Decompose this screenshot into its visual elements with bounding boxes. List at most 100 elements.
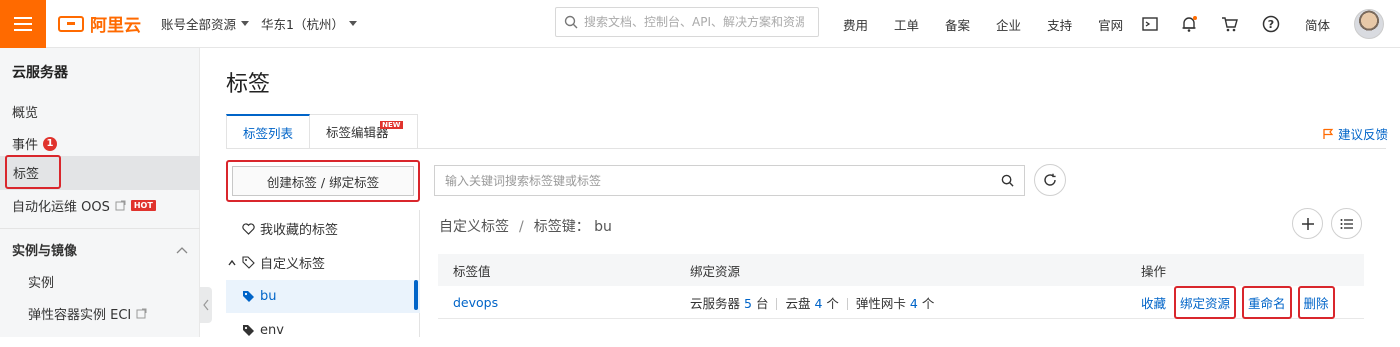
external-link-icon — [115, 200, 126, 211]
chevron-up-icon — [176, 246, 188, 253]
aliyun-logo-icon — [58, 15, 84, 32]
tag-icon — [242, 291, 254, 302]
tag-tree: 我收藏的标签 自定义标签 bu env — [226, 210, 420, 338]
heart-icon — [241, 222, 255, 235]
tree-item-label: 自定义标签 — [260, 257, 326, 272]
breadcrumb-key: bu — [594, 219, 612, 235]
caret-down-icon — [241, 21, 250, 26]
caret-down-icon — [348, 21, 357, 26]
sidebar-item-oos[interactable]: 自动化运维 OOS HOT — [12, 196, 156, 215]
nav-billing[interactable]: 费用 — [843, 15, 868, 34]
tree-item-label: env — [260, 323, 284, 338]
tree-item-label: 我收藏的标签 — [260, 223, 339, 238]
resource-unit: 个 — [826, 295, 839, 311]
main-content: 标签 标签列表 标签编辑器 NEW 建议反馈 创建标签 / 绑定标签 我收藏的标签… — [212, 48, 1400, 338]
page-title: 标签 — [226, 72, 271, 97]
delete-action[interactable]: 删除 — [1297, 285, 1335, 319]
aliyun-logo[interactable]: 阿里云 — [58, 11, 141, 36]
nav-website[interactable]: 官网 — [1098, 15, 1123, 34]
terminal-icon[interactable] — [1140, 14, 1160, 34]
tab-label: 标签列表 — [243, 125, 294, 141]
bind-resource-action[interactable]: 绑定资源 — [1174, 285, 1237, 319]
nav-icp[interactable]: 备案 — [945, 15, 970, 34]
nav-enterprise[interactable]: 企业 — [996, 15, 1021, 34]
divider — [846, 298, 848, 310]
tree-selection-indicator — [414, 280, 418, 310]
event-count-badge: 1 — [43, 136, 58, 151]
tab-tag-list[interactable]: 标签列表 — [226, 114, 311, 149]
tag-search-input[interactable] — [445, 173, 985, 188]
top-nav: 费用 工单 备案 企业 支持 官网 — [843, 0, 1149, 48]
resource-count-link[interactable]: 5 — [744, 296, 752, 311]
sidebar: 云服务器 概览 事件 1 标签 自动化运维 OOS HOT 实例与镜像 实例 弹性… — [0, 48, 200, 337]
tab-tag-editor[interactable]: 标签编辑器 NEW — [310, 114, 418, 149]
sidebar-item-tags[interactable]: 标签 — [5, 155, 61, 189]
tree-item-bu[interactable]: bu — [226, 280, 420, 313]
sidebar-item-instances[interactable]: 实例 — [28, 272, 54, 291]
add-tag-value-button[interactable] — [1292, 208, 1323, 239]
flag-icon — [1323, 128, 1334, 139]
tree-item-favorites[interactable]: 我收藏的标签 — [226, 212, 420, 245]
tab-bar: 标签列表 标签编辑器 NEW — [226, 114, 418, 149]
nav-ticket[interactable]: 工单 — [894, 15, 919, 34]
help-icon[interactable]: ? — [1261, 14, 1281, 34]
sidebar-item-label: 弹性容器实例 ECI — [28, 308, 132, 323]
sidebar-section-instances[interactable]: 实例与镜像 — [12, 240, 188, 259]
bound-resources: 云服务器 5 台云盘 4 个弹性网卡 4 个 — [690, 293, 934, 312]
cart-icon[interactable] — [1220, 14, 1240, 34]
sidebar-item-label: 概览 — [12, 106, 39, 121]
resource-count-link[interactable]: 4 — [814, 296, 822, 311]
tree-item-env[interactable]: env — [226, 314, 420, 347]
account-select[interactable]: 账号全部资源 — [161, 14, 250, 33]
bell-icon[interactable] — [1179, 14, 1199, 34]
nav-support[interactable]: 支持 — [1047, 15, 1072, 34]
create-tag-button[interactable]: 创建标签 / 绑定标签 — [232, 166, 414, 196]
sidebar-item-label: 自动化运维 OOS — [12, 200, 110, 215]
search-icon — [564, 15, 578, 29]
global-search[interactable] — [555, 7, 819, 37]
sidebar-item-label: 标签 — [13, 166, 40, 182]
column-header-value: 标签值 — [453, 263, 491, 279]
region-select-label: 华东1（杭州） — [261, 17, 344, 32]
sidebar-item-eci[interactable]: 弹性容器实例 ECI — [28, 304, 147, 323]
table-row: devops 云服务器 5 台云盘 4 个弹性网卡 4 个 收藏 绑定资源 重命… — [438, 285, 1364, 319]
table-header: 标签值 绑定资源 操作 — [438, 254, 1364, 286]
plus-icon — [1301, 217, 1314, 230]
favorite-action[interactable]: 收藏 — [1141, 293, 1166, 312]
refresh-icon — [1044, 173, 1056, 186]
sidebar-item-overview[interactable]: 概览 — [12, 102, 38, 121]
sidebar-item-label: 实例 — [28, 276, 55, 291]
rename-action[interactable]: 重命名 — [1242, 285, 1292, 319]
resource-count-link[interactable]: 4 — [910, 296, 918, 311]
hot-tag: HOT — [130, 200, 156, 211]
search-icon[interactable] — [1001, 174, 1014, 187]
tree-item-custom-tags[interactable]: 自定义标签 — [226, 246, 420, 279]
breadcrumb-separator: / — [519, 219, 524, 235]
sidebar-divider — [0, 228, 200, 229]
sidebar-title: 云服务器 — [12, 65, 68, 81]
avatar[interactable] — [1354, 9, 1384, 39]
tag-search[interactable] — [434, 165, 1025, 196]
logo-text: 阿里云 — [90, 16, 141, 36]
svg-text:?: ? — [1268, 18, 1274, 31]
language-switch[interactable]: 简体 — [1305, 15, 1330, 34]
refresh-button[interactable] — [1034, 164, 1066, 196]
sidebar-section-label: 实例与镜像 — [12, 244, 78, 259]
divider — [776, 298, 778, 310]
create-tag-button-highlight: 创建标签 / 绑定标签 — [226, 160, 420, 202]
caret-expanded-icon — [228, 259, 236, 265]
region-select[interactable]: 华东1（杭州） — [261, 14, 357, 33]
tab-label: 标签编辑器 — [326, 125, 389, 140]
menu-icon[interactable] — [0, 0, 46, 48]
sidebar-item-events[interactable]: 事件 1 — [12, 134, 58, 153]
external-link-icon — [136, 308, 147, 319]
tag-icon — [242, 325, 254, 336]
feedback-link[interactable]: 建议反馈 — [1322, 124, 1388, 143]
tag-value-link[interactable]: devops — [453, 295, 498, 310]
global-search-input[interactable] — [584, 15, 804, 29]
sidebar-collapse-handle[interactable] — [200, 287, 212, 323]
tag-outline-icon — [241, 256, 255, 269]
list-view-button[interactable] — [1331, 208, 1362, 239]
breadcrumb-root[interactable]: 自定义标签 — [439, 219, 509, 235]
feedback-label: 建议反馈 — [1337, 127, 1388, 142]
